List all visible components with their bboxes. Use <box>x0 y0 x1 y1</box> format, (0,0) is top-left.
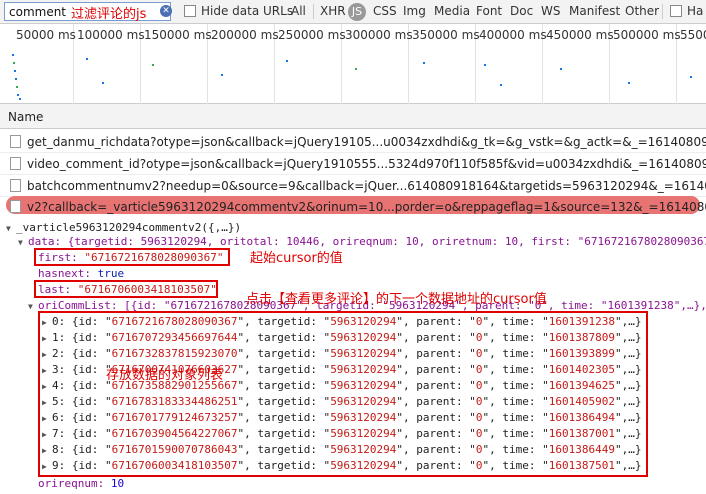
type-filter-all[interactable]: All <box>291 4 306 18</box>
timeline-tick: 500000 ms <box>613 28 681 42</box>
timeline-mark <box>15 78 17 80</box>
type-filter-media[interactable]: Media <box>434 4 470 18</box>
request-name: v2?callback=_varticle5963120294commentv2… <box>27 200 706 214</box>
timeline-mark <box>16 86 18 88</box>
timeline-tick: 200000 ms <box>211 28 279 42</box>
request-name: get_danmu_richdata?otype=json&callback=j… <box>27 135 706 149</box>
timeline-mark <box>13 62 15 64</box>
timeline-mark <box>12 54 14 56</box>
timeline-mark <box>423 62 425 64</box>
collapse-arrow-icon[interactable]: ▼ <box>18 238 28 247</box>
timeline-mark <box>286 60 288 62</box>
tree-root-line[interactable]: ▼ _varticle5963120294commentv2({,…}) <box>6 221 241 234</box>
timeline-tick: 450000 ms <box>546 28 614 42</box>
type-filter-font[interactable]: Font <box>476 4 502 18</box>
filter-annotation: 过滤评论的js <box>71 7 147 22</box>
request-name: video_comment_id?otype=json&callback=jQu… <box>27 157 706 171</box>
timeline-mark <box>628 82 630 84</box>
file-icon <box>10 200 21 213</box>
request-row[interactable]: video_comment_id?otype=json&callback=jQu… <box>0 153 706 175</box>
extra-checkbox[interactable] <box>670 5 682 17</box>
network-filter-toolbar: comment 过滤评论的js ✕ Hide data URLs All XHR… <box>0 0 706 24</box>
hide-data-urls-label: Hide data URLs <box>201 4 294 18</box>
timeline-mark <box>19 98 21 100</box>
timeline-tick: 50000 ms <box>16 28 76 42</box>
filter-input[interactable]: comment 过滤评论的js ✕ <box>4 2 172 22</box>
timeline-mark <box>86 58 88 60</box>
timeline-mark <box>560 68 562 70</box>
name-column-header: Name <box>8 110 44 124</box>
network-timeline[interactable]: 50000 ms 100000 ms 150000 ms 200000 ms 2… <box>0 24 706 104</box>
request-row[interactable]: get_danmu_richdata?otype=json&callback=j… <box>0 131 706 153</box>
timeline-mark <box>152 64 154 66</box>
file-icon <box>10 135 21 148</box>
file-icon <box>10 179 21 192</box>
comment-list-highlight-box <box>38 311 648 477</box>
type-filter-other[interactable]: Other <box>625 4 659 18</box>
request-row-selected[interactable]: v2?callback=_varticle5963120294commentv2… <box>0 196 706 218</box>
filter-input-value: comment <box>9 5 67 19</box>
type-filter-doc[interactable]: Doc <box>510 4 533 18</box>
timeline-tick: 350000 ms <box>412 28 480 42</box>
timeline-mark <box>17 94 19 96</box>
last-cursor-highlight-box <box>34 280 218 298</box>
timeline-tick: 150000 ms <box>144 28 212 42</box>
collapse-arrow-icon[interactable]: ▼ <box>6 224 16 233</box>
tree-orireqnum-line: orireqnum: 10 <box>38 477 125 490</box>
timeline-mark <box>500 84 502 86</box>
timeline-tick: 250000 ms <box>278 28 346 42</box>
request-name: batchcommentnumv2?needup=0&source=9&call… <box>27 179 706 193</box>
type-filter-xhr[interactable]: XHR <box>320 4 346 18</box>
type-filter-manifest[interactable]: Manifest <box>569 4 620 18</box>
timeline-mark <box>102 82 104 84</box>
type-filter-css[interactable]: CSS <box>373 4 397 18</box>
timeline-tick: 300000 ms <box>345 28 413 42</box>
timeline-tick: 400000 ms <box>479 28 547 42</box>
timeline-mark <box>355 68 357 70</box>
request-row[interactable]: batchcommentnumv2?needup=0&source=9&call… <box>0 175 706 197</box>
toolbar-divider <box>662 4 663 19</box>
collapse-arrow-icon[interactable]: ▼ <box>28 302 38 311</box>
file-icon <box>10 157 21 170</box>
first-cursor-note: 起始cursor的值 <box>250 251 343 266</box>
clear-filter-icon[interactable]: ✕ <box>160 5 172 17</box>
timeline-tick: 5500 <box>680 28 706 42</box>
tree-data-line[interactable]: ▼ data: {targetid: 5963120294, oritotal: … <box>18 235 706 248</box>
timeline-mark <box>690 76 692 78</box>
hide-data-urls-checkbox[interactable] <box>184 5 196 17</box>
request-list-header[interactable]: Name <box>0 104 706 129</box>
first-cursor-highlight-box <box>34 248 230 266</box>
tree-hasnext-line: hasnext: true <box>38 267 125 280</box>
last-cursor-note: 点击【查看更多评论】的下一个数据地址的cursor值 <box>246 292 547 307</box>
type-filter-js[interactable]: JS <box>348 3 366 21</box>
timeline-mark <box>221 74 223 76</box>
comment-list-note: 存放数据的对象列表 <box>106 368 224 383</box>
timeline-mark <box>14 70 16 72</box>
type-filter-img[interactable]: Img <box>403 4 426 18</box>
type-filter-ws[interactable]: WS <box>541 4 560 18</box>
timeline-mark <box>484 64 486 66</box>
timeline-tick: 100000 ms <box>77 28 145 42</box>
toolbar-divider <box>313 4 314 19</box>
extra-checkbox-label: Ha <box>687 4 704 18</box>
